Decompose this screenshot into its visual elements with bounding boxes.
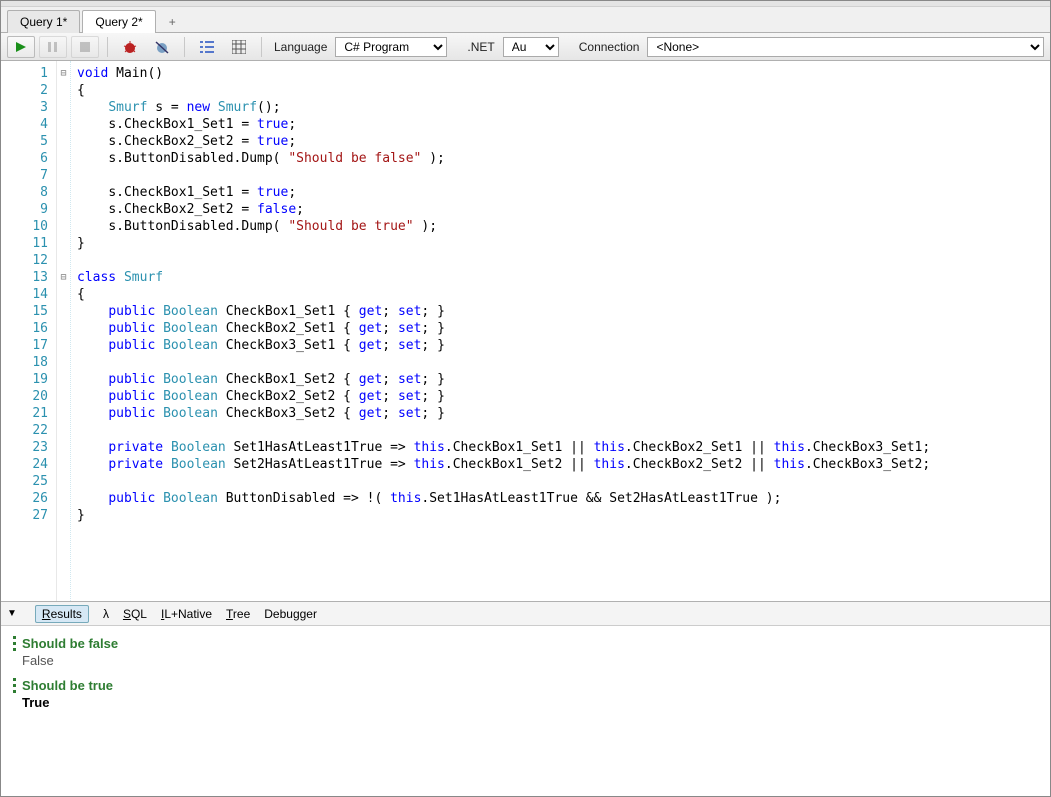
result-tabstrip: ▼ Results λ SQL IL+Native Tree Debugger (1, 602, 1050, 626)
result-tab-debugger[interactable]: Debugger (264, 607, 317, 621)
result-header-1: Should be false (13, 636, 1038, 651)
result-tab-lambda[interactable]: λ (103, 607, 109, 621)
query-tabstrip: Query 1* Query 2* + (1, 7, 1050, 33)
results-pane: Should be false False Should be true Tru… (1, 626, 1050, 796)
language-label: Language (274, 40, 327, 54)
toolbar-sep-2 (184, 37, 185, 57)
editor-area: 1234567891011121314151617181920212223242… (1, 61, 1050, 602)
net-select[interactable]: Auto (503, 37, 559, 57)
result-tab-sql[interactable]: SQL (123, 607, 147, 621)
result-header-2: Should be true (13, 678, 1038, 693)
line-number-gutter: 1234567891011121314151617181920212223242… (1, 61, 57, 601)
bug-off-icon[interactable] (148, 36, 176, 58)
tab-new[interactable]: + (158, 10, 187, 33)
net-label: .NET (467, 40, 494, 54)
run-button[interactable] (7, 36, 35, 58)
fold-column: ⊟ ⊟ (57, 61, 71, 601)
grid-view-icon[interactable] (225, 36, 253, 58)
result-tab-results[interactable]: Results (35, 605, 89, 623)
result-value-2: True (13, 695, 1038, 710)
connection-select[interactable]: <None> (647, 37, 1044, 57)
language-select[interactable]: C# Program (335, 37, 447, 57)
pause-button (39, 36, 67, 58)
list-view-icon[interactable] (193, 36, 221, 58)
toolbar-sep-3 (261, 37, 262, 57)
result-tab-il[interactable]: IL+Native (161, 607, 212, 621)
toolbar: Language C# Program .NET Auto Connection… (1, 33, 1050, 61)
bug-icon[interactable] (116, 36, 144, 58)
code-editor[interactable]: void Main(){ Smurf s = new Smurf(); s.Ch… (71, 61, 1050, 601)
tab-query2[interactable]: Query 2* (82, 10, 155, 33)
result-tab-tree[interactable]: Tree (226, 607, 250, 621)
app-window: Query 1* Query 2* + Language C# Prog (0, 0, 1051, 797)
stop-button (71, 36, 99, 58)
results-collapse-icon[interactable]: ▼ (7, 608, 17, 619)
connection-label: Connection (579, 40, 640, 54)
tab-query1[interactable]: Query 1* (7, 10, 80, 33)
result-value-1: False (13, 653, 1038, 668)
toolbar-sep-1 (107, 37, 108, 57)
